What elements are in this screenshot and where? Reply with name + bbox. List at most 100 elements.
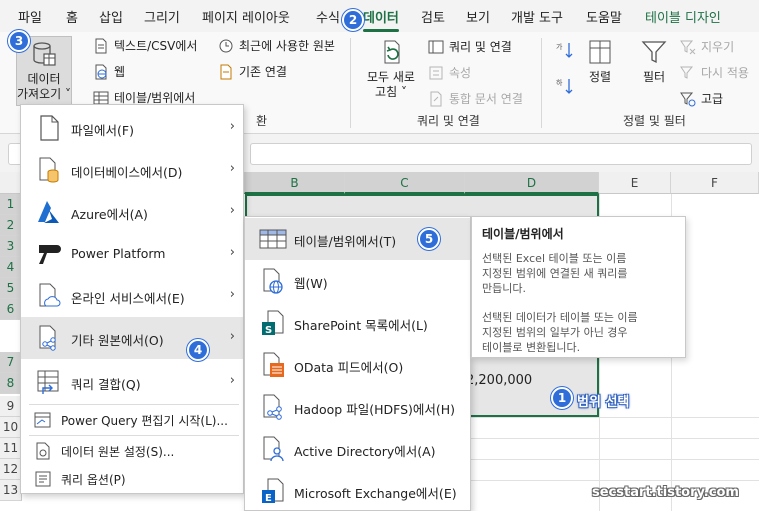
chevron-right-icon: › bbox=[229, 245, 235, 260]
power-query-icon bbox=[34, 412, 51, 428]
clear-filter-button[interactable]: 지우기 bbox=[680, 38, 734, 55]
submenu-item-from-exchange[interactable]: E Microsoft Exchange에서(E) bbox=[245, 470, 470, 511]
row-header-3[interactable]: 3 bbox=[0, 236, 22, 257]
step-badge-5: 5 bbox=[418, 228, 440, 250]
sort-icon bbox=[589, 40, 611, 64]
menu-item-combine-queries[interactable]: 쿼리 결합(Q) › bbox=[21, 361, 243, 403]
existing-connections-button[interactable]: 기존 연결 bbox=[218, 63, 287, 80]
chevron-right-icon: › bbox=[229, 329, 235, 344]
submenu-item-from-sharepoint[interactable]: S SharePoint 목록에서(L) bbox=[245, 302, 470, 344]
menu-item-launch-power-query-label: Power Query 편집기 시작(L)... bbox=[61, 414, 228, 428]
chevron-right-icon: › bbox=[229, 203, 235, 218]
submenu-item-from-hadoop[interactable]: Hadoop 파일(HDFS)에서(H) bbox=[245, 386, 470, 428]
sort-button[interactable]: 정렬 bbox=[584, 38, 616, 85]
filter-button[interactable]: 필터 bbox=[636, 38, 672, 85]
submenu-item-from-odata[interactable]: OData 피드에서(O) bbox=[245, 344, 470, 386]
properties-icon bbox=[429, 66, 443, 79]
chevron-right-icon: › bbox=[229, 287, 235, 302]
menu-item-data-source-settings-label: 데이터 원본 설정(S)... bbox=[61, 445, 175, 459]
row-header-5[interactable]: 5 bbox=[0, 278, 22, 299]
exchange-icon: E bbox=[262, 478, 284, 504]
menu-item-launch-power-query[interactable]: Power Query 편집기 시작(L)... bbox=[21, 405, 243, 433]
tab-insert[interactable]: 삽입 bbox=[99, 7, 123, 26]
chevron-right-icon: › bbox=[229, 373, 235, 388]
formula-input[interactable] bbox=[250, 143, 752, 165]
sort-descending-icon[interactable]: 하 bbox=[555, 76, 575, 96]
recent-sources-button[interactable]: 최근에 사용한 원본 bbox=[218, 37, 335, 54]
svg-text:E: E bbox=[265, 493, 272, 504]
menu-item-power-platform[interactable]: Power Platform › bbox=[21, 233, 243, 275]
sort-ascending-icon[interactable]: 가 bbox=[555, 40, 575, 60]
existing-connections-label: 기존 연결 bbox=[239, 65, 287, 79]
tab-review[interactable]: 검토 bbox=[421, 7, 445, 26]
menu-item-combine-queries-label: 쿼리 결합(Q) bbox=[71, 377, 141, 392]
tab-table-design[interactable]: 테이블 디자인 bbox=[645, 7, 721, 26]
file-icon bbox=[40, 115, 59, 141]
power-platform-icon bbox=[39, 245, 61, 264]
menu-item-other-sources[interactable]: 기타 원본에서(O) › bbox=[21, 317, 243, 359]
get-data-label-1: 데이터 bbox=[27, 72, 61, 86]
select-all-corner[interactable] bbox=[0, 172, 22, 194]
column-header-b[interactable]: B bbox=[245, 172, 345, 194]
row-header-13[interactable]: 13 bbox=[0, 480, 22, 501]
sharepoint-icon: S bbox=[262, 310, 284, 336]
tab-developer[interactable]: 개발 도구 bbox=[511, 7, 563, 26]
row-header-2[interactable]: 2 bbox=[0, 215, 22, 236]
clear-filter-label: 지우기 bbox=[701, 40, 735, 54]
text-file-icon bbox=[95, 38, 107, 53]
step-badge-4: 4 bbox=[187, 339, 209, 361]
edit-links-label: 통합 문서 연결 bbox=[449, 92, 523, 106]
menu-item-from-database-label: 데이터베이스에서(D) bbox=[71, 165, 183, 180]
properties-button[interactable]: 속성 bbox=[428, 64, 471, 81]
menu-item-from-database[interactable]: 데이터베이스에서(D) › bbox=[21, 149, 243, 191]
properties-label: 속성 bbox=[449, 66, 472, 80]
row-header-4[interactable]: 4 bbox=[0, 257, 22, 278]
refresh-icon bbox=[384, 40, 400, 64]
row-header-1[interactable]: 1 bbox=[0, 194, 22, 215]
reapply-filter-button[interactable]: 다시 적용 bbox=[680, 64, 749, 81]
tab-view[interactable]: 보기 bbox=[466, 7, 490, 26]
from-text-csv-label: 텍스트/CSV에서 bbox=[114, 39, 198, 53]
row-header-9[interactable]: 9 bbox=[0, 396, 22, 417]
refresh-all-button[interactable]: 모두 새로 고침 ˅ bbox=[362, 38, 420, 100]
menu-item-data-source-settings[interactable]: 데이터 원본 설정(S)... bbox=[21, 436, 243, 464]
menu-item-from-azure-label: Azure에서(A) bbox=[71, 207, 148, 222]
column-header-f[interactable]: F bbox=[671, 172, 759, 194]
advanced-filter-button[interactable]: 고급 bbox=[680, 90, 723, 107]
step-badge-2: 2 bbox=[342, 9, 364, 31]
row-header-6[interactable]: 6 bbox=[0, 299, 22, 320]
menu-item-online-services[interactable]: 온라인 서비스에서(E) › bbox=[21, 275, 243, 317]
existing-connections-icon bbox=[220, 64, 232, 79]
submenu-item-from-active-directory[interactable]: Active Directory에서(A) bbox=[245, 428, 470, 470]
clear-filter-icon bbox=[680, 40, 696, 54]
edit-links-button[interactable]: 통합 문서 연결 bbox=[428, 90, 523, 107]
group-label-get-data-tail: 환 bbox=[256, 114, 268, 128]
from-web-button[interactable]: 웹 bbox=[93, 63, 125, 80]
column-header-e[interactable]: E bbox=[599, 172, 671, 194]
svg-text:가: 가 bbox=[556, 42, 563, 51]
column-header-d[interactable]: D bbox=[465, 172, 599, 194]
tab-draw[interactable]: 그리기 bbox=[144, 7, 180, 26]
cell-d8-value[interactable]: 2,200,000 bbox=[466, 373, 532, 388]
refresh-all-label-2: 고침 ˅ bbox=[375, 85, 407, 99]
tab-file[interactable]: 파일 bbox=[18, 7, 42, 26]
tab-home[interactable]: 홈 bbox=[66, 7, 78, 26]
from-text-csv-button[interactable]: 텍스트/CSV에서 bbox=[93, 37, 197, 54]
menu-item-from-file[interactable]: 파일에서(F) › bbox=[21, 107, 243, 149]
row-header-10[interactable]: 10 bbox=[0, 417, 22, 438]
azure-icon bbox=[38, 201, 59, 223]
tab-help[interactable]: 도움말 bbox=[586, 7, 622, 26]
submenu-item-from-web[interactable]: 웹(W) bbox=[245, 260, 470, 302]
menu-item-query-options[interactable]: 쿼리 옵션(P) bbox=[21, 464, 243, 492]
row-header-12[interactable]: 12 bbox=[0, 459, 22, 480]
menu-item-from-azure[interactable]: Azure에서(A) › bbox=[21, 191, 243, 233]
chevron-right-icon: › bbox=[229, 119, 235, 134]
row-header-7[interactable]: 7 bbox=[0, 352, 22, 373]
column-header-c[interactable]: C bbox=[345, 172, 465, 194]
tab-page-layout[interactable]: 페이지 레이아웃 bbox=[202, 7, 290, 26]
row-header-11[interactable]: 11 bbox=[0, 438, 22, 459]
tab-formulas[interactable]: 수식 bbox=[316, 7, 340, 26]
queries-connections-button[interactable]: 쿼리 및 연결 bbox=[428, 38, 512, 55]
tab-data[interactable]: 데이터 bbox=[363, 7, 399, 32]
row-header-8[interactable]: 8 bbox=[0, 373, 22, 394]
